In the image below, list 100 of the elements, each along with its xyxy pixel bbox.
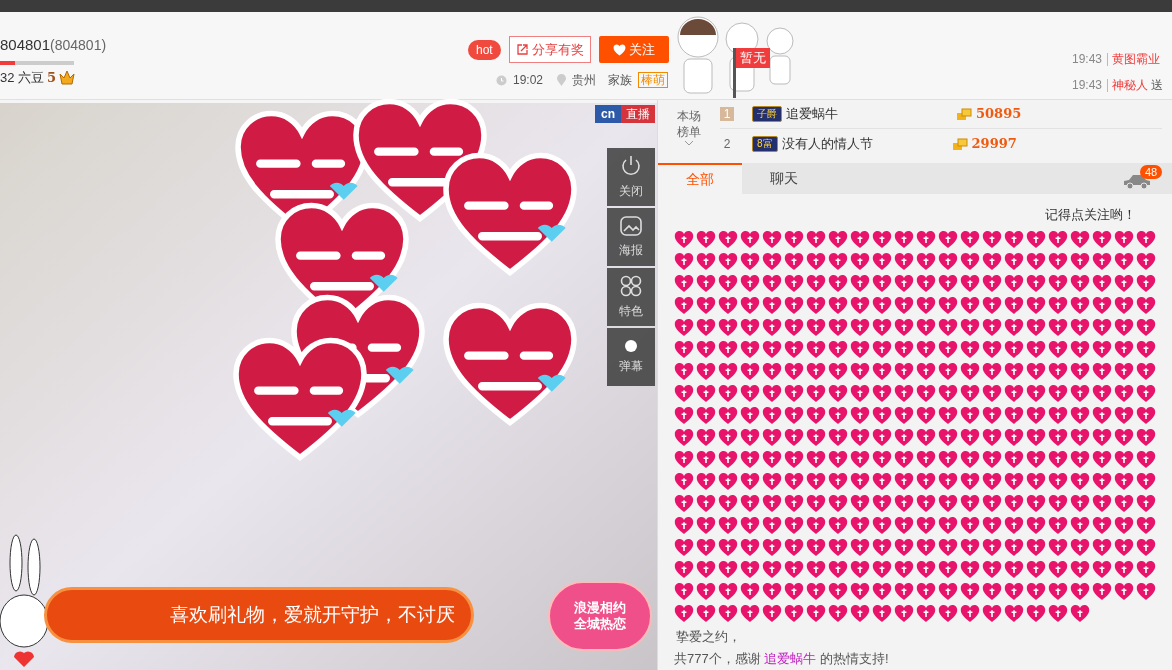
small-heart-icon bbox=[674, 560, 694, 579]
coins-icon bbox=[956, 107, 972, 121]
rank-number: 1 bbox=[720, 107, 734, 121]
small-heart-icon bbox=[916, 560, 936, 579]
small-heart-icon bbox=[850, 274, 870, 293]
small-heart-icon bbox=[1136, 406, 1156, 425]
small-heart-icon bbox=[1136, 582, 1156, 601]
small-heart-icon bbox=[916, 428, 936, 447]
small-heart-icon bbox=[696, 230, 716, 249]
chevron-down-icon[interactable] bbox=[684, 140, 694, 146]
video-control-button[interactable]: 海报 bbox=[607, 208, 655, 266]
small-heart-icon bbox=[784, 318, 804, 337]
small-heart-icon bbox=[982, 340, 1002, 359]
small-heart-icon bbox=[674, 318, 694, 337]
small-heart-icon bbox=[762, 516, 782, 535]
small-heart-icon bbox=[982, 362, 1002, 381]
small-heart-icon bbox=[740, 428, 760, 447]
sender-link[interactable]: 追爱蜗牛 bbox=[764, 651, 817, 666]
small-heart-icon bbox=[696, 252, 716, 271]
small-heart-icon bbox=[1048, 274, 1068, 293]
share-icon bbox=[515, 43, 529, 56]
small-heart-icon bbox=[1004, 494, 1024, 513]
user-name[interactable]: 追爱蜗牛 bbox=[786, 104, 956, 124]
ticker-user[interactable]: 黄图霸业 bbox=[1107, 52, 1161, 66]
small-heart-icon bbox=[872, 296, 892, 315]
small-heart-icon bbox=[674, 604, 694, 623]
small-heart-icon bbox=[740, 450, 760, 469]
small-heart-icon bbox=[872, 362, 892, 381]
small-heart-icon bbox=[806, 406, 826, 425]
small-heart-icon bbox=[828, 538, 848, 557]
small-heart-icon bbox=[938, 384, 958, 403]
room-title: 804801 bbox=[0, 36, 51, 53]
small-heart-icon bbox=[718, 296, 738, 315]
video-control-button[interactable]: 特色 bbox=[607, 268, 655, 326]
video-control-button[interactable]: 关闭 bbox=[607, 148, 655, 206]
small-heart-icon bbox=[1092, 428, 1112, 447]
small-heart-icon bbox=[1048, 428, 1068, 447]
chat-tab[interactable]: 聊天 bbox=[742, 163, 826, 194]
small-heart-icon bbox=[916, 604, 936, 623]
small-heart-icon bbox=[762, 252, 782, 271]
small-heart-icon bbox=[718, 252, 738, 271]
small-heart-icon bbox=[696, 582, 716, 601]
small-heart-icon bbox=[894, 296, 914, 315]
small-heart-icon bbox=[894, 560, 914, 579]
small-heart-icon bbox=[894, 472, 914, 491]
follow-button[interactable]: 关注 bbox=[598, 36, 669, 63]
small-heart-icon bbox=[784, 406, 804, 425]
small-heart-icon bbox=[960, 362, 980, 381]
ticker-user[interactable]: 神秘人 bbox=[1107, 78, 1149, 92]
small-heart-icon bbox=[960, 318, 980, 337]
small-heart-icon bbox=[674, 538, 694, 557]
small-heart-icon bbox=[718, 494, 738, 513]
small-heart-icon bbox=[806, 296, 826, 315]
small-heart-icon bbox=[894, 494, 914, 513]
small-heart-icon bbox=[1092, 406, 1112, 425]
small-heart-icon bbox=[1004, 406, 1024, 425]
small-heart-icon bbox=[828, 384, 848, 403]
small-heart-icon bbox=[696, 472, 716, 491]
user-name[interactable]: 没有人的情人节 bbox=[781, 133, 952, 154]
ticker-text: 送 bbox=[1151, 77, 1164, 94]
small-heart-icon bbox=[718, 582, 738, 601]
rank-number: 2 bbox=[722, 136, 732, 151]
small-heart-icon bbox=[894, 582, 914, 601]
banner: 喜欢刷礼物，爱就开守护，不讨厌 bbox=[44, 587, 474, 643]
small-heart-icon bbox=[1136, 230, 1156, 249]
small-heart-icon bbox=[828, 560, 848, 579]
small-heart-icon bbox=[982, 472, 1002, 491]
small-heart-icon bbox=[1092, 384, 1112, 403]
promo-text: 浪漫相约 bbox=[574, 600, 626, 616]
small-heart-icon bbox=[696, 428, 716, 447]
small-heart-icon bbox=[674, 340, 694, 359]
chat-tab[interactable]: 全部 bbox=[658, 163, 742, 194]
small-heart-icon bbox=[960, 472, 980, 491]
small-heart-icon bbox=[850, 582, 870, 601]
small-heart-icon bbox=[1070, 252, 1090, 271]
heart-icon bbox=[612, 43, 626, 56]
toggle-dot-icon bbox=[624, 339, 638, 353]
video-control-button[interactable]: 弹幕 bbox=[607, 328, 655, 386]
small-heart-icon bbox=[872, 604, 892, 623]
small-heart-icon bbox=[1114, 340, 1134, 359]
small-heart-icon bbox=[850, 494, 870, 513]
small-heart-icon bbox=[1004, 538, 1024, 557]
small-heart-icon bbox=[938, 516, 958, 535]
small-heart-icon bbox=[1114, 472, 1134, 491]
location: 贵州 bbox=[572, 72, 597, 89]
small-heart-icon bbox=[740, 296, 760, 315]
small-heart-icon bbox=[938, 604, 958, 623]
small-heart-icon bbox=[850, 406, 870, 425]
small-heart-icon bbox=[740, 560, 760, 579]
small-heart-icon bbox=[806, 494, 826, 513]
logo: cn bbox=[595, 105, 621, 123]
small-heart-icon bbox=[806, 230, 826, 249]
share-button[interactable]: 分享有奖 bbox=[508, 36, 591, 63]
live-time: 19:02 bbox=[513, 72, 544, 89]
small-heart-icon bbox=[784, 604, 804, 623]
small-heart-icon bbox=[806, 560, 826, 579]
small-heart-icon bbox=[1114, 274, 1134, 293]
small-heart-icon bbox=[696, 604, 716, 623]
small-heart-icon bbox=[938, 472, 958, 491]
small-heart-icon bbox=[872, 318, 892, 337]
